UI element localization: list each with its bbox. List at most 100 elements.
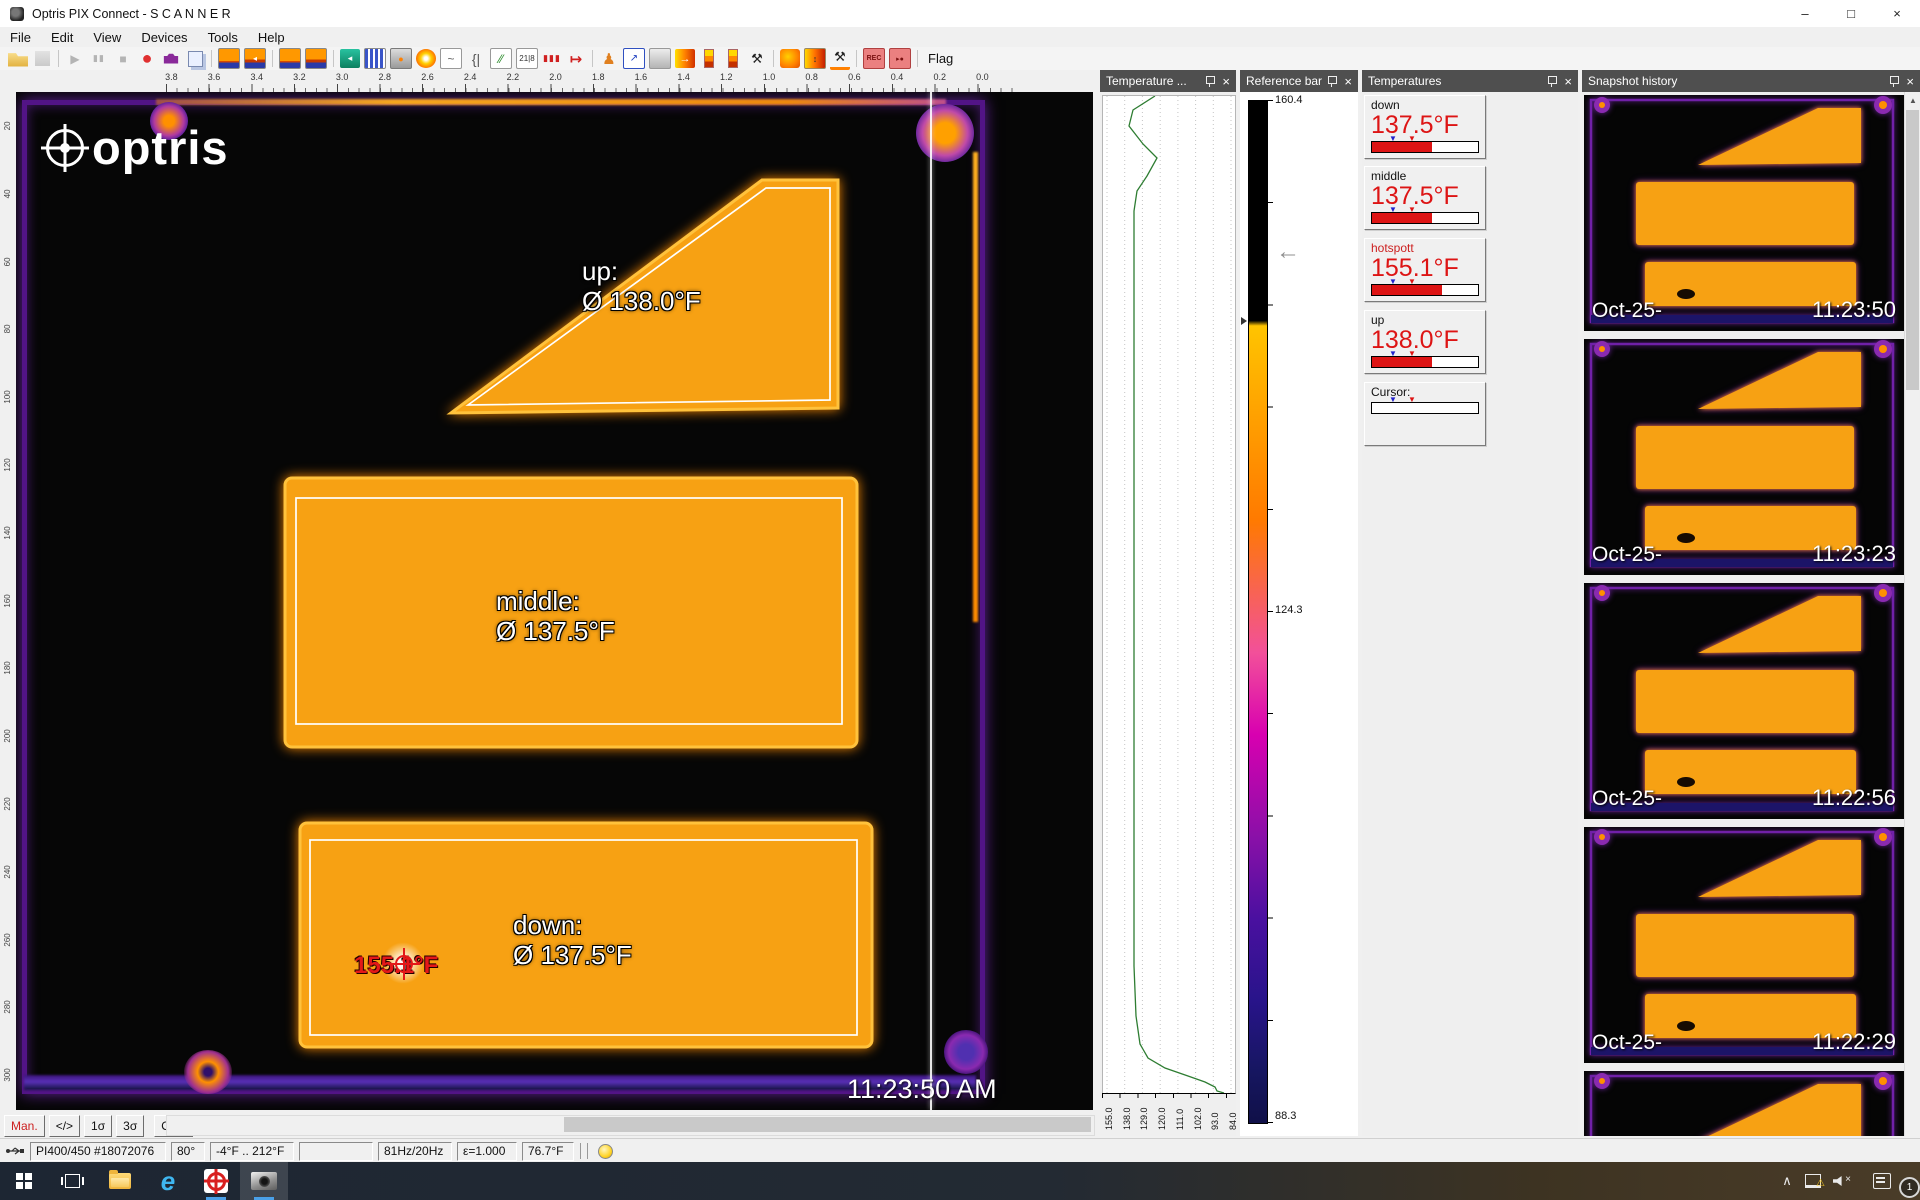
camera-app-button[interactable]	[240, 1162, 288, 1200]
close-icon[interactable]: ×	[1906, 75, 1914, 88]
thermal-display-icon[interactable]	[279, 48, 301, 69]
close-icon[interactable]: ×	[1344, 75, 1352, 88]
three-sigma-button[interactable]: 3σ	[116, 1115, 144, 1137]
video-rec-icon[interactable]: REC	[863, 48, 885, 69]
thermal-palette-icon[interactable]	[305, 48, 327, 69]
toolbar: ▶ ▮▮ ■ ● ◂ ◂ ● ~ {| ⁄⁄ 21|8 ▮▮▮ ↦ ♟ ↗ → …	[0, 47, 1920, 70]
orange-blob-icon[interactable]	[780, 49, 800, 68]
save-icon[interactable]	[35, 51, 50, 66]
action-center-button[interactable]: 1	[1852, 1162, 1912, 1200]
maximize-button[interactable]: □	[1828, 0, 1874, 27]
snapshot-item[interactable]	[1584, 1071, 1904, 1136]
record-icon[interactable]: ●	[137, 49, 157, 68]
expand-view-icon[interactable]: ↗	[623, 48, 645, 69]
close-icon[interactable]: ×	[1564, 75, 1572, 88]
video-cam-icon[interactable]: ▸●	[889, 48, 911, 69]
profile-cursor-line[interactable]	[930, 92, 932, 1110]
title-bar: Optris PIX Connect - S C A N N E R – □ ×	[0, 0, 1920, 28]
menu-edit[interactable]: Edit	[41, 30, 83, 45]
temperatures-title: Temperatures	[1368, 74, 1441, 88]
horizontal-scrollbar[interactable]	[166, 1115, 1095, 1136]
snapshot-item[interactable]: Oct-25- 11:22:29	[1584, 827, 1904, 1063]
color-wheel-icon[interactable]	[416, 49, 436, 68]
start-button[interactable]	[0, 1162, 48, 1200]
snapshot-scrollbar[interactable]: ▲	[1904, 92, 1920, 1136]
menu-view[interactable]: View	[83, 30, 131, 45]
menu-devices[interactable]: Devices	[131, 30, 197, 45]
volume-muted-icon[interactable]: ×	[1826, 1162, 1852, 1200]
temp-card-up: up 138.0°F ▼▼	[1364, 310, 1486, 374]
task-view-button[interactable]	[48, 1162, 96, 1200]
minimize-button[interactable]: –	[1782, 0, 1828, 27]
profile-curve-icon[interactable]: ~	[440, 48, 462, 69]
pin-icon[interactable]	[1547, 75, 1556, 87]
profile-axis-label: 155.0	[1104, 1107, 1114, 1130]
red-arrow-icon[interactable]: ↦	[566, 49, 586, 68]
profile-axis-labels: 155.0138.0129.0120.0111.0102.093.084.0	[1100, 1098, 1236, 1136]
scrollbar-up-icon[interactable]: ▲	[1905, 92, 1920, 108]
horizontal-scrollbar-thumb[interactable]	[564, 1117, 1091, 1132]
pin-icon[interactable]	[1889, 75, 1898, 87]
hotspot-crosshair-icon	[395, 955, 413, 973]
play-icon[interactable]: ▶	[65, 49, 85, 68]
temp-card-middle: middle 137.5°F ▼▼	[1364, 166, 1486, 230]
lens-angle-field: 80°	[171, 1142, 205, 1161]
ruler-top-label: 3.4	[235, 72, 278, 82]
close-button[interactable]: ×	[1874, 0, 1920, 27]
menu-file[interactable]: File	[0, 30, 41, 45]
pause-icon[interactable]: ▮▮	[89, 49, 109, 68]
digits-display-icon[interactable]: 21|8	[516, 48, 538, 69]
menu-tools[interactable]: Tools	[198, 30, 248, 45]
pin-icon[interactable]	[1205, 75, 1214, 87]
thermal-window-icon[interactable]	[218, 48, 240, 69]
manual-scale-button[interactable]: Man.	[4, 1115, 45, 1137]
ruler-top-label: 0.0	[961, 72, 1004, 82]
network-warning-icon[interactable]: ⚠	[1800, 1162, 1826, 1200]
hammer-color-icon[interactable]: ⚒	[830, 48, 850, 70]
optris-app-button[interactable]	[192, 1162, 240, 1200]
profile-axis-label: 111.0	[1175, 1109, 1185, 1130]
colorbar-arrow-icon[interactable]: →	[675, 49, 695, 68]
flag-label[interactable]: Flag	[928, 51, 953, 66]
tools-hammer-icon[interactable]: ⚒	[747, 49, 767, 68]
stop-icon[interactable]: ■	[113, 49, 133, 68]
snapshot-history-title: Snapshot history	[1588, 74, 1677, 88]
reference-bar-marker	[1241, 317, 1247, 325]
file-explorer-button[interactable]	[96, 1162, 144, 1200]
vertical-bars-icon[interactable]	[704, 49, 714, 68]
lamp-indicator-icon[interactable]	[598, 1144, 613, 1159]
copy-icon[interactable]	[188, 51, 203, 67]
reference-drag-arrow-icon[interactable]: ←	[1276, 238, 1300, 266]
snapshot-date: Oct-25-	[1592, 1031, 1662, 1055]
thermal-image-view[interactable]: optris up: Ø 138.0°F middle: Ø 137.5°F d…	[16, 92, 1093, 1110]
scale-range-button[interactable]: </>	[49, 1115, 80, 1137]
brace-icon[interactable]: {|	[466, 49, 486, 68]
snapshot-item[interactable]: Oct-25- 11:23:23	[1584, 339, 1904, 575]
profile-axis-label: 138.0	[1122, 1107, 1132, 1130]
device-id-field: PI400/450 #18072076	[30, 1142, 166, 1161]
hotspot-person-icon[interactable]: ♟	[599, 49, 619, 68]
reference-max-label: 160.4	[1275, 94, 1303, 106]
color-settings-icon[interactable]: ◂	[340, 49, 360, 68]
reference-color-bar[interactable]	[1248, 100, 1268, 1124]
one-sigma-button[interactable]: 1σ	[84, 1115, 112, 1137]
vertical-bars2-icon[interactable]	[728, 49, 738, 68]
app-window: Optris PIX Connect - S C A N N E R – □ ×…	[0, 0, 1920, 1200]
snapshot-item[interactable]: Oct-25- 11:22:56	[1584, 583, 1904, 819]
tray-chevron-icon[interactable]: ∧	[1774, 1162, 1800, 1200]
close-icon[interactable]: ×	[1222, 75, 1230, 88]
snapshot-scrollbar-thumb[interactable]	[1906, 110, 1919, 390]
print-icon[interactable]: ●	[390, 48, 412, 69]
temp-scale-icon[interactable]: ⁄⁄	[490, 48, 512, 69]
internet-explorer-button[interactable]: e	[144, 1162, 192, 1200]
red-bars-icon[interactable]: ▮▮▮	[542, 49, 562, 68]
gray-box-icon[interactable]	[649, 48, 671, 69]
colorbar-horizontal-icon[interactable]: ↕	[804, 48, 826, 69]
snapshot-item[interactable]: Oct-25- 11:23:50	[1584, 95, 1904, 331]
pin-icon[interactable]	[1327, 75, 1336, 87]
menu-help[interactable]: Help	[248, 30, 295, 45]
histogram-icon[interactable]	[364, 48, 386, 69]
open-icon[interactable]	[8, 49, 28, 68]
snapshot-camera-icon[interactable]	[163, 52, 180, 66]
thermal-window-arrow-icon[interactable]: ◂	[244, 48, 266, 69]
